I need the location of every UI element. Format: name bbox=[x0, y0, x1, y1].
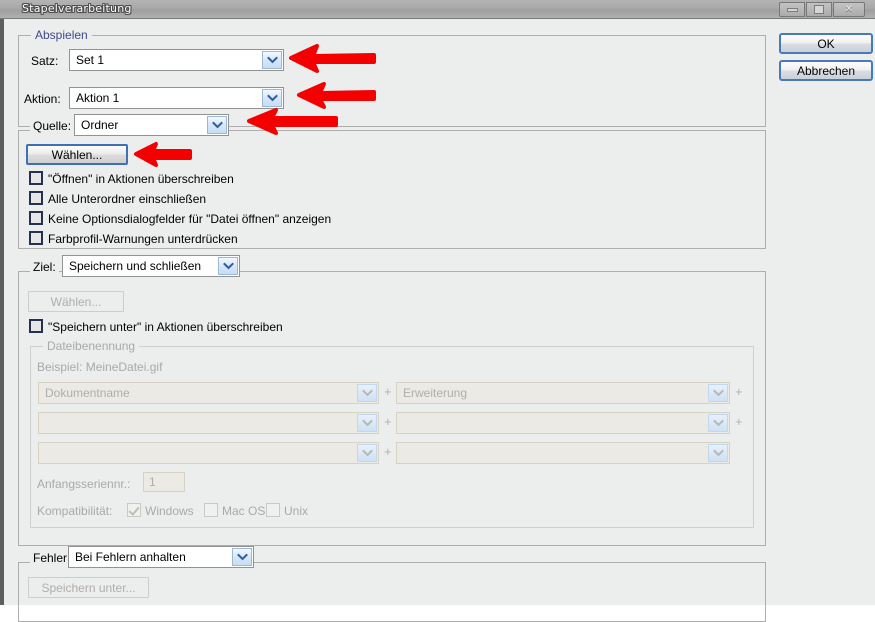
close-icon: ✕ bbox=[844, 3, 854, 15]
satz-label: Satz: bbox=[31, 54, 59, 68]
chevron-down-icon bbox=[708, 414, 728, 432]
source-choose-button[interactable]: Wählen... bbox=[26, 144, 128, 165]
naming-row-3-plus-left: + bbox=[384, 444, 392, 459]
checkbox-suppress-open-dialogs[interactable] bbox=[29, 211, 43, 225]
naming-row-2-plus-right: + bbox=[735, 414, 743, 429]
checkbox-include-subfolders[interactable] bbox=[29, 191, 43, 205]
naming-row-2-right-value bbox=[397, 413, 708, 433]
naming-example-text: Beispiel: MeineDatei.gif bbox=[37, 360, 163, 374]
compatibility-label: Kompatibilität: bbox=[37, 504, 113, 518]
chevron-down-icon bbox=[708, 444, 728, 462]
naming-row-1-plus-right: + bbox=[735, 384, 743, 399]
checkbox-suppress-color-warnings[interactable] bbox=[29, 231, 43, 245]
naming-row-2-left-dropdown bbox=[38, 412, 379, 434]
aktion-dropdown-value: Aktion 1 bbox=[76, 91, 120, 105]
naming-row-1-plus-left: + bbox=[384, 384, 392, 399]
batch-dialog-window: Stapelverarbeitung ✕ OK Abbrechen Abspie… bbox=[0, 0, 875, 622]
cancel-button[interactable]: Abbrechen bbox=[779, 60, 873, 81]
chevron-down-icon bbox=[232, 548, 252, 566]
checkbox-compat-unix-label: Unix bbox=[284, 504, 309, 518]
checkbox-overwrite-open-label: "Öffnen" in Aktionen überschreiben bbox=[48, 172, 234, 186]
ziel-dropdown-value: Speichern und schließen bbox=[69, 259, 202, 273]
chevron-down-icon bbox=[207, 116, 227, 134]
title-bar: Stapelverarbeitung ✕ bbox=[0, 0, 875, 19]
chevron-down-icon bbox=[357, 384, 377, 402]
checkbox-include-subfolders-label: Alle Unterordner einschließen bbox=[48, 192, 207, 206]
naming-row-2-plus-left: + bbox=[384, 414, 392, 429]
satz-dropdown-value: Set 1 bbox=[76, 53, 105, 67]
checkbox-suppress-open-dialogs-label: Keine Optionsdialogfelder für "Datei öff… bbox=[48, 212, 332, 226]
checkbox-overwrite-save-as[interactable] bbox=[29, 319, 43, 333]
naming-row-2-right-dropdown bbox=[396, 412, 730, 434]
chevron-down-icon bbox=[262, 51, 282, 69]
quelle-dropdown[interactable]: Ordner bbox=[74, 114, 229, 136]
error-save-as-button-label: Speichern unter... bbox=[41, 580, 136, 595]
ok-button-label: OK bbox=[817, 36, 835, 51]
naming-row-3-right-dropdown bbox=[396, 442, 730, 464]
serial-input-value: 1 bbox=[149, 475, 156, 489]
naming-row-1-right-dropdown: Erweiterung bbox=[396, 382, 730, 404]
serial-label: Anfangsseriennr.: bbox=[37, 477, 131, 491]
checkbox-compat-macos bbox=[204, 503, 218, 517]
file-naming-group-legend: Dateibenennung bbox=[43, 339, 140, 353]
checkbox-compat-macos-label: Mac OS bbox=[222, 504, 266, 518]
dialog-body: OK Abbrechen Abspielen Satz: Set 1 Aktio… bbox=[0, 19, 875, 622]
fehler-label: Fehler: bbox=[30, 551, 74, 565]
fehler-dropdown-value: Bei Fehlern anhalten bbox=[75, 550, 186, 564]
naming-row-3-left-dropdown bbox=[38, 442, 379, 464]
target-choose-button-label: Wählen... bbox=[50, 294, 102, 309]
fehler-dropdown[interactable]: Bei Fehlern anhalten bbox=[68, 546, 254, 568]
aktion-dropdown[interactable]: Aktion 1 bbox=[69, 87, 284, 109]
chevron-down-icon bbox=[262, 89, 282, 107]
checkbox-overwrite-save-as-label: "Speichern unter" in Aktionen überschrei… bbox=[48, 320, 283, 334]
chevron-down-icon bbox=[357, 414, 377, 432]
quelle-label: Quelle: bbox=[30, 119, 75, 133]
close-button[interactable]: ✕ bbox=[833, 2, 865, 17]
maximize-icon bbox=[814, 5, 824, 14]
naming-row-1-left-dropdown: Dokumentname bbox=[38, 382, 379, 404]
satz-dropdown[interactable]: Set 1 bbox=[69, 49, 284, 71]
checkbox-compat-unix bbox=[266, 503, 280, 517]
play-group-legend: Abspielen bbox=[31, 28, 92, 42]
serial-input: 1 bbox=[143, 472, 185, 492]
minimize-button[interactable] bbox=[779, 2, 805, 17]
minimize-icon bbox=[786, 7, 798, 12]
checkbox-suppress-color-warnings-label: Farbprofil-Warnungen unterdrücken bbox=[48, 232, 238, 246]
checkbox-compat-windows bbox=[127, 503, 141, 517]
naming-row-2-left-value bbox=[39, 413, 357, 433]
naming-row-3-left-value bbox=[39, 443, 357, 463]
target-choose-button: Wählen... bbox=[28, 291, 124, 312]
ok-button[interactable]: OK bbox=[779, 33, 873, 54]
source-choose-button-label: Wählen... bbox=[51, 147, 103, 162]
naming-row-1-right-value: Erweiterung bbox=[403, 386, 468, 400]
naming-row-1-left-value: Dokumentname bbox=[45, 386, 130, 400]
aktion-label: Aktion: bbox=[24, 92, 61, 106]
chevron-down-icon bbox=[708, 384, 728, 402]
naming-row-3-right-value bbox=[397, 443, 708, 463]
quelle-dropdown-value: Ordner bbox=[81, 118, 119, 132]
cancel-button-label: Abbrechen bbox=[796, 63, 856, 78]
checkbox-compat-windows-label: Windows bbox=[145, 504, 194, 518]
ziel-dropdown[interactable]: Speichern und schließen bbox=[62, 255, 240, 277]
checkbox-overwrite-open[interactable] bbox=[29, 171, 43, 185]
chevron-down-icon bbox=[218, 257, 238, 275]
error-save-as-button: Speichern unter... bbox=[28, 577, 149, 598]
chevron-down-icon bbox=[357, 444, 377, 462]
window-title: Stapelverarbeitung bbox=[22, 2, 132, 15]
ziel-label: Ziel: bbox=[30, 260, 59, 274]
maximize-button[interactable] bbox=[806, 2, 832, 17]
